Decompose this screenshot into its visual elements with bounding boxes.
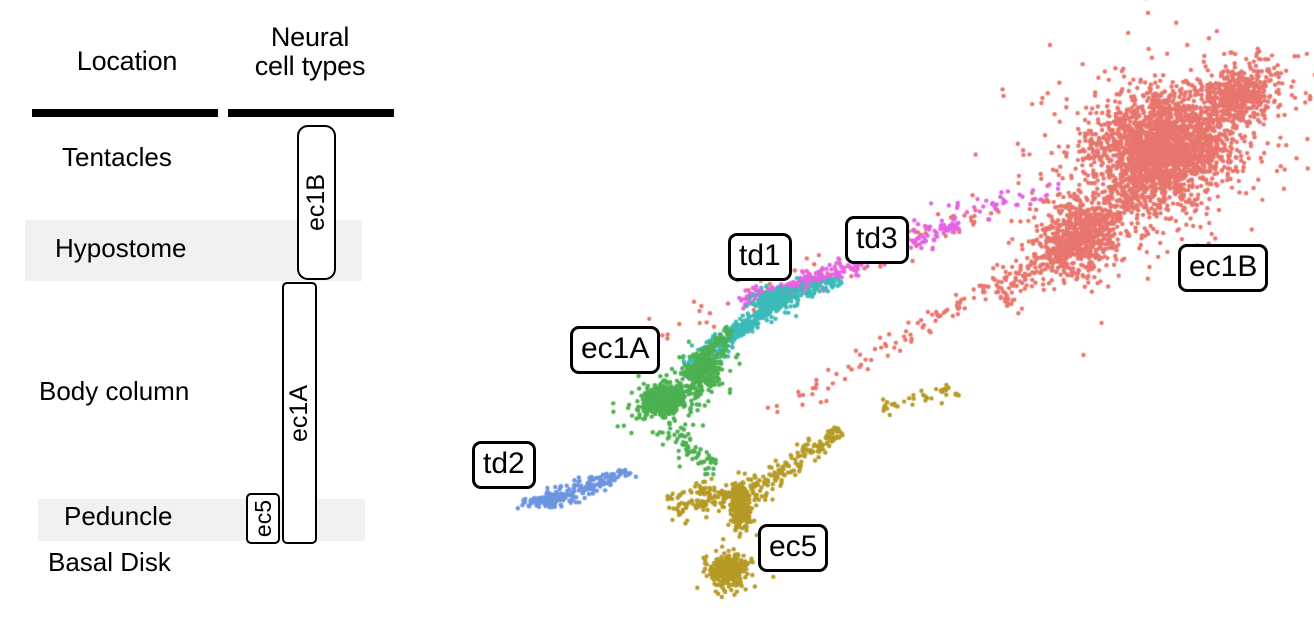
cell-type-bar-ec1b: ec1B bbox=[297, 125, 336, 280]
column-header-cell-types-line2: cell types bbox=[254, 51, 366, 82]
location-label-basal-disk: Basal Disk bbox=[48, 547, 171, 577]
location-label-body-column: Body column bbox=[39, 376, 190, 406]
header-rule-location bbox=[32, 109, 218, 117]
cluster-label-td1: td1 bbox=[728, 233, 792, 281]
column-header-location: Location bbox=[76, 46, 178, 76]
location-label-hypostome: Hypostome bbox=[55, 233, 187, 263]
cluster-label-td3: td3 bbox=[845, 216, 909, 264]
cell-type-bar-label-ec5: ec5 bbox=[249, 499, 276, 538]
location-label-peduncle: Peduncle bbox=[64, 501, 173, 531]
cell-type-bar-ec5: ec5 bbox=[246, 493, 280, 544]
umap-scatter-canvas bbox=[440, 0, 1314, 638]
cell-type-bar-label-ec1a: ec1A bbox=[285, 384, 313, 442]
anatomy-panel: Location Neural cell types Tentacles Hyp… bbox=[0, 0, 440, 638]
figure-root: Location Neural cell types Tentacles Hyp… bbox=[0, 0, 1314, 638]
cluster-label-td2: td2 bbox=[472, 441, 536, 489]
location-label-tentacles: Tentacles bbox=[62, 142, 172, 172]
umap-scatter-panel: td1 td3 ec1A ec1B td2 ec5 bbox=[440, 0, 1314, 638]
header-rule-cell-types bbox=[228, 109, 394, 117]
cell-type-bar-ec1a: ec1A bbox=[282, 282, 317, 544]
column-header-cell-types: Neural cell types bbox=[226, 22, 394, 82]
column-header-cell-types-line1: Neural bbox=[270, 22, 350, 52]
cluster-label-ec1a: ec1A bbox=[570, 326, 661, 374]
cell-type-bar-label-ec1b: ec1B bbox=[302, 174, 330, 231]
cluster-label-ec5: ec5 bbox=[758, 524, 829, 572]
cluster-label-ec1b: ec1B bbox=[1178, 244, 1269, 292]
